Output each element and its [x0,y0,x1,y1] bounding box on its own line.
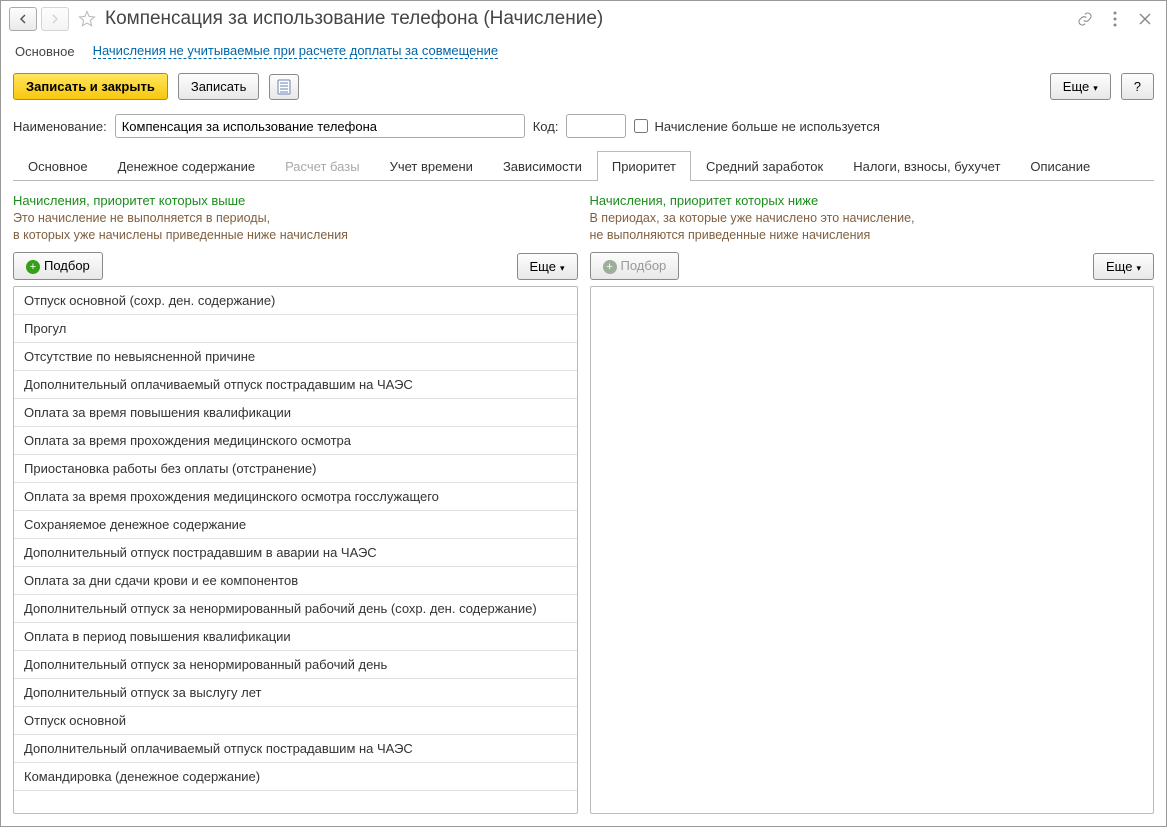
window-controls [1076,10,1158,28]
left-title: Начисления, приоритет которых выше [13,193,578,208]
list-item[interactable]: Дополнительный оплачиваемый отпуск постр… [14,371,577,399]
tab-0[interactable]: Основное [13,151,103,181]
page-title: Компенсация за использование телефона (Н… [105,8,1072,30]
list-item[interactable]: Оплата в период повышения квалификации [14,623,577,651]
arrow-right-icon [50,14,60,24]
nav-row: Основное Начисления не учитываемые при р… [1,37,1166,69]
list-item[interactable]: Сохраняемое денежное содержание [14,511,577,539]
form-row: Наименование: Код: Начисление больше не … [1,112,1166,150]
link-icon[interactable] [1076,10,1094,28]
tab-1[interactable]: Денежное содержание [103,151,270,181]
nav-link[interactable]: Начисления не учитываемые при расчете до… [93,43,499,59]
deprecated-label: Начисление больше не используется [654,119,879,134]
right-subtitle: В периодах, за которые уже начислено это… [590,210,1155,244]
window: Компенсация за использование телефона (Н… [0,0,1167,827]
code-label: Код: [533,119,559,134]
chevron-down-icon: ▾ [1093,83,1098,93]
titlebar: Компенсация за использование телефона (Н… [1,1,1166,37]
list-item[interactable]: Дополнительный отпуск за ненормированный… [14,651,577,679]
close-icon[interactable] [1136,10,1154,28]
tab-5[interactable]: Приоритет [597,151,691,181]
list-item[interactable]: Оплата за время прохождения медицинского… [14,427,577,455]
chevron-down-icon: ▾ [560,263,565,273]
list-item[interactable]: Оплата за дни сдачи крови и ее компонент… [14,567,577,595]
left-list[interactable]: Отпуск основной (сохр. ден. содержание)П… [13,286,578,814]
save-and-close-button[interactable]: Записать и закрыть [13,73,168,100]
plus-icon: + [603,260,617,274]
left-pick-button[interactable]: +Подбор [13,252,103,281]
list-item[interactable]: Оплата за время повышения квалификации [14,399,577,427]
right-more-button[interactable]: Еще▾ [1093,253,1154,280]
tab-6[interactable]: Средний заработок [691,151,838,181]
list-item[interactable]: Дополнительный отпуск за ненормированный… [14,595,577,623]
name-input[interactable] [115,114,525,138]
list-item[interactable]: Приостановка работы без оплаты (отстране… [14,455,577,483]
deprecated-checkbox-input[interactable] [634,119,648,133]
list-item[interactable]: Отпуск основной [14,707,577,735]
more-button[interactable]: Еще▾ [1050,73,1111,100]
nav-active[interactable]: Основное [15,44,75,59]
code-input[interactable] [566,114,626,138]
priority-pane: Начисления, приоритет которых выше Это н… [1,181,1166,826]
kebab-menu-icon[interactable] [1106,10,1124,28]
list-item[interactable]: Отсутствие по невыясненной причине [14,343,577,371]
right-title: Начисления, приоритет которых ниже [590,193,1155,208]
list-item[interactable]: Командировка (денежное содержание) [14,763,577,791]
tab-3[interactable]: Учет времени [375,151,488,181]
save-button[interactable]: Записать [178,73,260,100]
list-item[interactable]: Дополнительный отпуск за выслугу лет [14,679,577,707]
priority-left-col: Начисления, приоритет которых выше Это н… [13,193,578,814]
left-subtitle: Это начисление не выполняется в периоды,… [13,210,578,244]
help-button[interactable]: ? [1121,73,1154,100]
report-button[interactable] [269,74,299,100]
deprecated-checkbox[interactable]: Начисление больше не используется [634,119,879,134]
list-item[interactable]: Дополнительный отпуск пострадавшим в ава… [14,539,577,567]
plus-icon: + [26,260,40,274]
tab-2: Расчет базы [270,151,375,181]
list-item[interactable]: Дополнительный оплачиваемый отпуск постр… [14,735,577,763]
favorite-star-icon[interactable] [77,9,97,29]
list-item[interactable]: Прогул [14,315,577,343]
list-item[interactable]: Отпуск основной (сохр. ден. содержание) [14,287,577,315]
name-label: Наименование: [13,119,107,134]
tab-7[interactable]: Налоги, взносы, бухучет [838,151,1015,181]
right-buttons: +Подбор Еще▾ [590,252,1155,281]
tab-strip: ОсновноеДенежное содержаниеРасчет базыУч… [13,150,1154,181]
left-buttons: +Подбор Еще▾ [13,252,578,281]
toolbar: Записать и закрыть Записать Еще▾ ? [1,69,1166,112]
arrow-left-icon [18,14,28,24]
back-button[interactable] [9,7,37,31]
right-pick-button[interactable]: +Подбор [590,252,680,281]
tab-8[interactable]: Описание [1015,151,1105,181]
list-item[interactable]: Оплата за время прохождения медицинского… [14,483,577,511]
priority-right-col: Начисления, приоритет которых ниже В пер… [590,193,1155,814]
chevron-down-icon: ▾ [1136,263,1141,273]
forward-button[interactable] [41,7,69,31]
document-icon [277,79,291,95]
left-more-button[interactable]: Еще▾ [517,253,578,280]
tab-4[interactable]: Зависимости [488,151,597,181]
right-list[interactable] [590,286,1155,814]
